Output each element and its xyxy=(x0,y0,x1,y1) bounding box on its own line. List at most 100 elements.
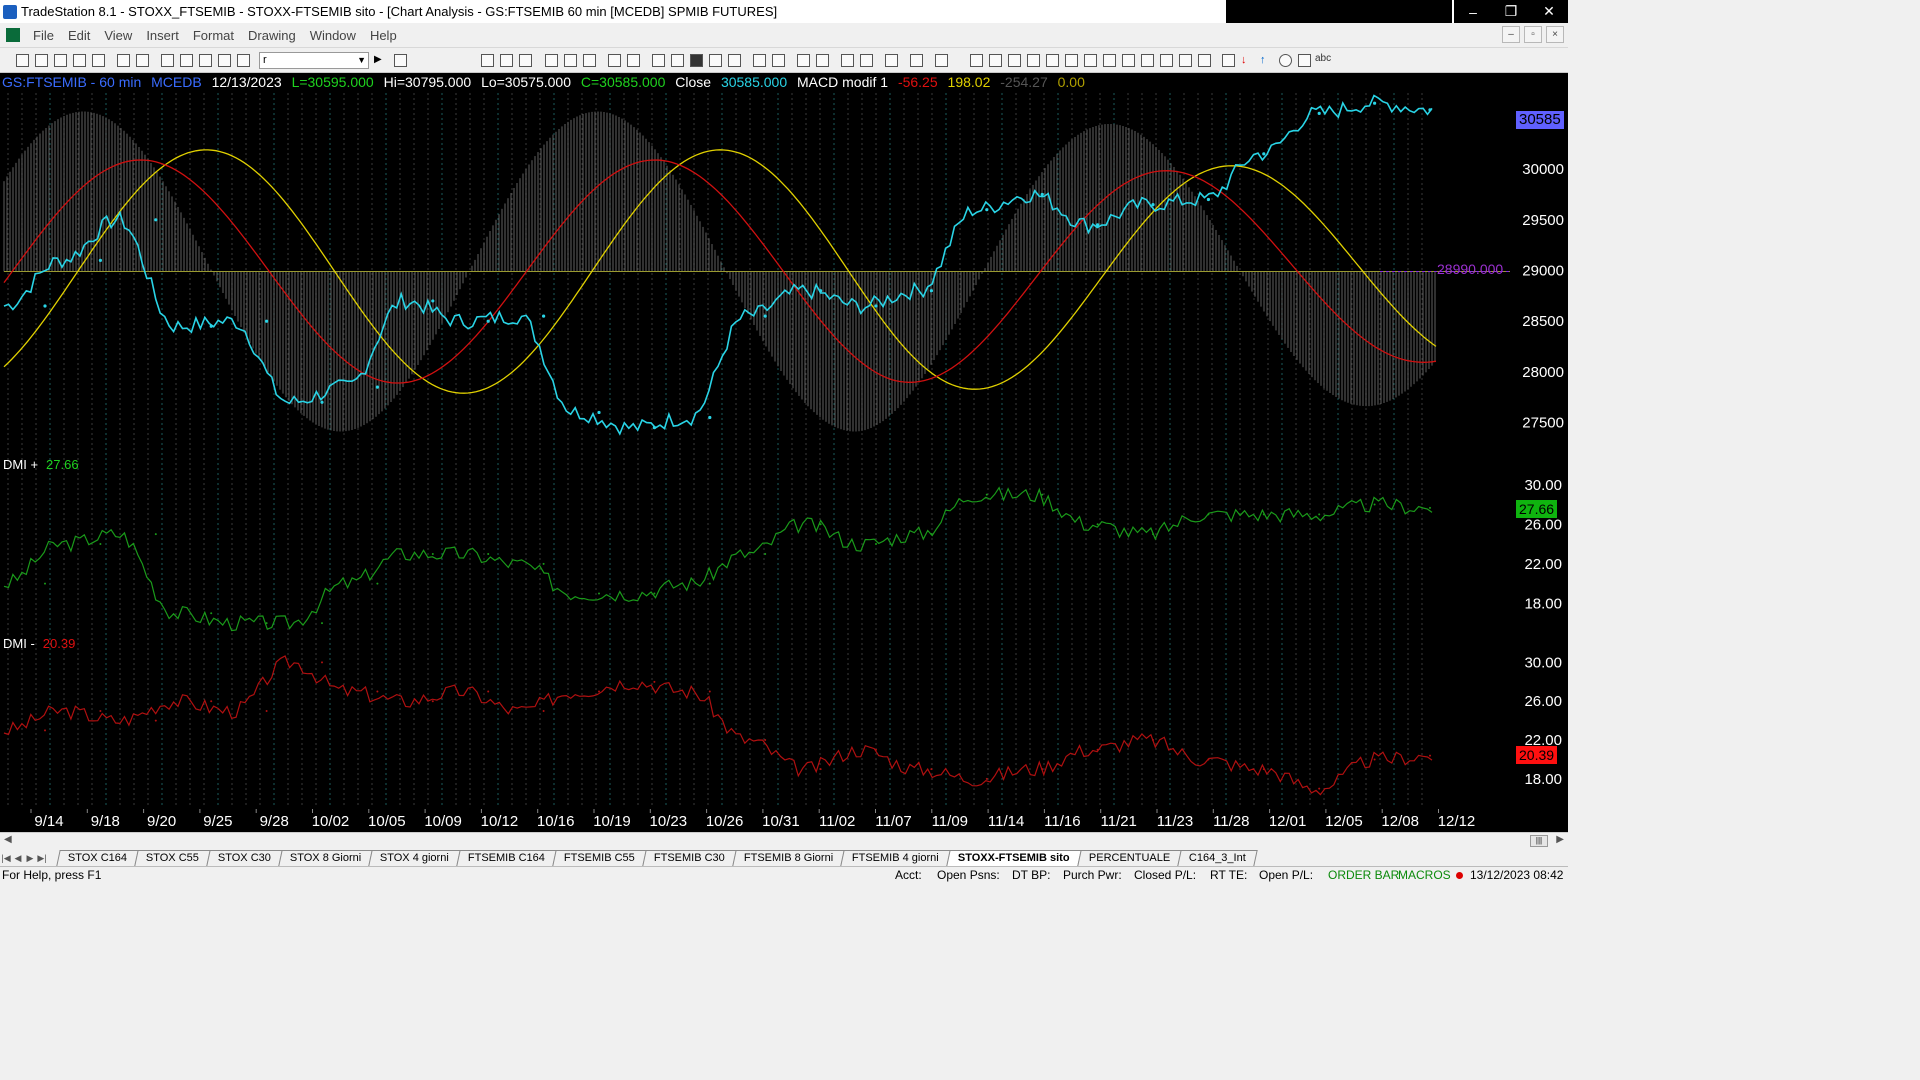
grid-icon[interactable] xyxy=(481,54,494,67)
tool-f-icon[interactable] xyxy=(709,54,722,67)
fan-icon[interactable] xyxy=(1046,54,1059,67)
channel-icon[interactable] xyxy=(1160,54,1173,67)
rectangle-icon[interactable] xyxy=(1298,54,1311,67)
expand-icon[interactable] xyxy=(753,54,766,67)
minimize-button[interactable]: – xyxy=(1454,0,1492,23)
scroll-right-icon[interactable]: ▶ xyxy=(1556,834,1564,845)
chart-canvas[interactable]: 30000 29500 29000 28500 28000 27500 30.00 26.00… xyxy=(0,73,1568,832)
mdi-restore-button[interactable]: ▫ xyxy=(1524,26,1542,43)
tab-first-icon[interactable]: |◀ xyxy=(0,850,12,866)
tab-ftsemib-c164[interactable]: FTSEMIB C164 xyxy=(456,850,558,866)
tool-a-icon[interactable] xyxy=(608,54,621,67)
tool-g-icon[interactable] xyxy=(728,54,741,67)
pencil-icon[interactable] xyxy=(970,54,983,67)
menu-insert[interactable]: Insert xyxy=(139,28,186,43)
lines-icon[interactable] xyxy=(1008,54,1021,67)
curve-icon[interactable] xyxy=(1222,54,1235,67)
mdi-close-button[interactable]: × xyxy=(1546,26,1564,43)
tab-stox-c30[interactable]: STOX C30 xyxy=(206,850,283,866)
play-icon[interactable]: ▶ xyxy=(374,54,387,67)
close-button[interactable]: ✕ xyxy=(1530,0,1568,23)
arrow-down-icon[interactable]: ↓ xyxy=(1241,54,1254,67)
arrow-up-icon[interactable]: ↑ xyxy=(1260,54,1273,67)
tab-prev-icon[interactable]: ◀ xyxy=(12,850,24,866)
horizontal-scrollbar[interactable]: ◀ ||| ▶ xyxy=(0,832,1568,848)
symbol-combo[interactable]: r ▼ xyxy=(259,52,369,69)
pointer-icon[interactable] xyxy=(841,54,854,67)
scroll-left-icon[interactable]: ◀ xyxy=(4,834,12,845)
gann-icon[interactable] xyxy=(1084,54,1097,67)
tab-ftsemib-8-giorni[interactable]: FTSEMIB 8 Giorni xyxy=(732,850,846,866)
tab-percentuale[interactable]: PERCENTUALE xyxy=(1077,850,1182,866)
new-icon[interactable] xyxy=(16,54,29,67)
print-icon[interactable] xyxy=(136,54,149,67)
y-axis-group: 30000 29500 29000 28500 28000 27500 30.00 26.00… xyxy=(1522,161,1564,788)
tool-e-icon[interactable] xyxy=(690,54,703,67)
stack-icon[interactable] xyxy=(1027,54,1040,67)
ellipse-icon[interactable] xyxy=(1279,54,1292,67)
wave3-icon[interactable] xyxy=(583,54,596,67)
tab-ftsemib-c55[interactable]: FTSEMIB C55 xyxy=(552,850,647,866)
scroll-thumb[interactable]: ||| xyxy=(1530,835,1548,847)
tab-ftsemib-c30[interactable]: FTSEMIB C30 xyxy=(642,850,737,866)
save-icon[interactable] xyxy=(117,54,130,67)
menu-window[interactable]: Window xyxy=(303,28,363,43)
chart-area[interactable]: 30000 29500 29000 28500 28000 27500 30.00 26.00… xyxy=(0,73,1568,832)
freehand-icon[interactable] xyxy=(1198,54,1211,67)
tool-b-icon[interactable] xyxy=(627,54,640,67)
tab-stox-8-giorni[interactable]: STOX 8 Giorni xyxy=(278,850,374,866)
folder-icon[interactable] xyxy=(92,54,105,67)
tab-stoxx-ftsemib-sito[interactable]: STOXX-FTSEMIB sito xyxy=(946,850,1082,866)
wrench-icon[interactable] xyxy=(885,54,898,67)
tab-next-icon[interactable]: ▶ xyxy=(24,850,36,866)
dmi-plus-line-point xyxy=(1318,513,1321,516)
zoom-out-icon[interactable] xyxy=(816,54,829,67)
arc-icon[interactable] xyxy=(1179,54,1192,67)
mdi-minimize-button[interactable]: – xyxy=(1502,26,1520,43)
restore-button[interactable]: ❐ xyxy=(1492,0,1530,23)
dmi-minus-title: DMI - xyxy=(3,636,35,651)
wave2-icon[interactable] xyxy=(564,54,577,67)
compress-icon[interactable] xyxy=(772,54,785,67)
tab-stox-c55[interactable]: STOX C55 xyxy=(134,850,211,866)
find-icon[interactable] xyxy=(394,54,407,67)
tab-stox-4-giorni[interactable]: STOX 4 giorni xyxy=(368,850,462,866)
zoom-in-icon[interactable] xyxy=(797,54,810,67)
tab-stox-c164[interactable]: STOX C164 xyxy=(56,850,139,866)
menu-drawing[interactable]: Drawing xyxy=(241,28,303,43)
paste-icon[interactable] xyxy=(73,54,86,67)
tab-c164-3-int[interactable]: C164_3_Int xyxy=(1177,850,1258,866)
status-macros[interactable]: MACROS xyxy=(1398,868,1451,882)
tab-last-icon[interactable]: ▶| xyxy=(36,850,48,866)
dialog-icon[interactable] xyxy=(910,54,923,67)
window-icon[interactable] xyxy=(161,54,174,67)
horizontal-line-icon[interactable] xyxy=(1141,54,1154,67)
fib-icon[interactable] xyxy=(1103,54,1116,67)
angle-icon[interactable] xyxy=(1122,54,1135,67)
table-icon[interactable] xyxy=(519,54,532,67)
wave-icon[interactable] xyxy=(545,54,558,67)
globe-icon[interactable] xyxy=(237,54,250,67)
status-order-bar[interactable]: ORDER BAR xyxy=(1328,868,1399,882)
tab-ftsemib-4-giorni[interactable]: FTSEMIB 4 giorni xyxy=(840,850,951,866)
chevron-down-icon[interactable]: ▼ xyxy=(357,53,366,68)
text-tool-icon[interactable]: abc xyxy=(1315,53,1331,64)
tool-c-icon[interactable] xyxy=(652,54,665,67)
window2-icon[interactable] xyxy=(180,54,193,67)
tool-d-icon[interactable] xyxy=(671,54,684,67)
menu-file[interactable]: File xyxy=(26,28,61,43)
chart-window-icon[interactable] xyxy=(6,28,20,42)
trend-icon[interactable] xyxy=(1065,54,1078,67)
menu-view[interactable]: View xyxy=(97,28,139,43)
grid2-icon[interactable] xyxy=(500,54,513,67)
menu-help[interactable]: Help xyxy=(363,28,404,43)
chart-icon[interactable] xyxy=(218,54,231,67)
drag-icon[interactable] xyxy=(860,54,873,67)
open-icon[interactable] xyxy=(35,54,48,67)
disabled-icon[interactable] xyxy=(935,54,948,67)
bars-icon[interactable] xyxy=(989,54,1002,67)
menu-edit[interactable]: Edit xyxy=(61,28,97,43)
lock-icon[interactable] xyxy=(199,54,212,67)
menu-format[interactable]: Format xyxy=(186,28,241,43)
copy-icon[interactable] xyxy=(54,54,67,67)
